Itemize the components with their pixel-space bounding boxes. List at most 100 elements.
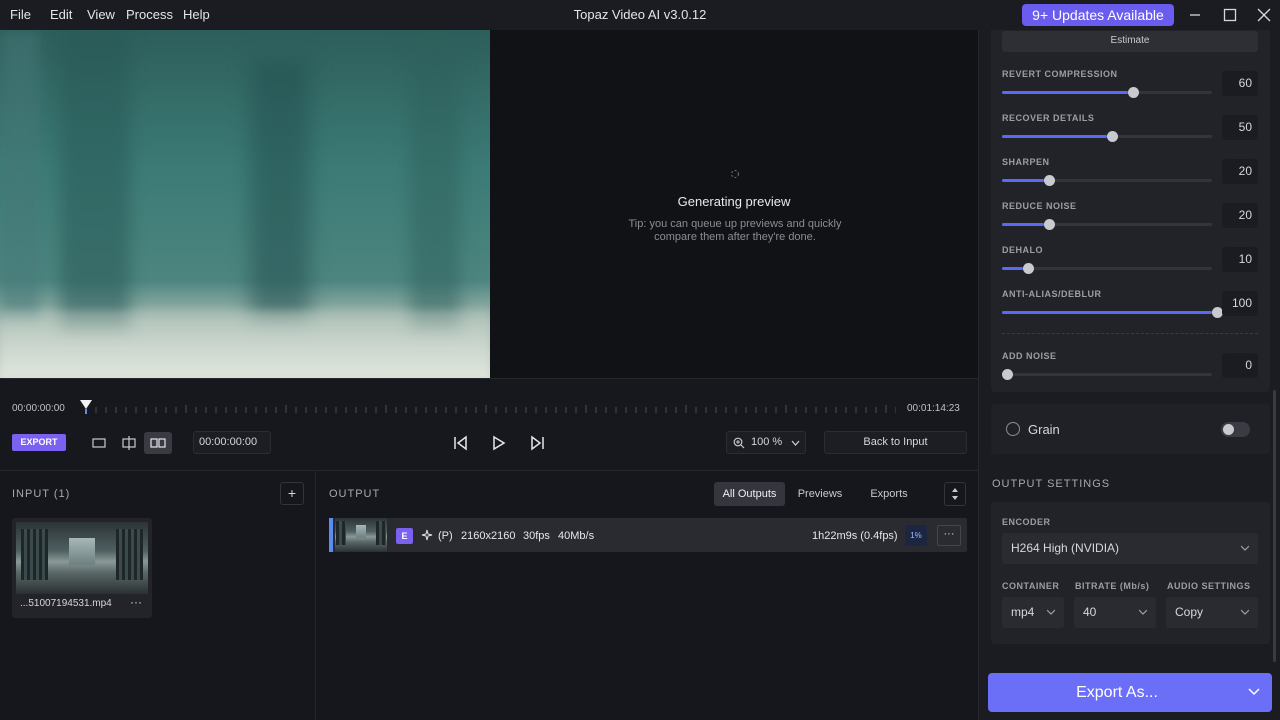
recover-details-slider-fill: [1002, 135, 1107, 138]
output-bitrate: 40Mb/s: [558, 530, 595, 542]
next-frame-button[interactable]: [528, 434, 548, 452]
loading-spinner-icon: [731, 170, 739, 178]
side-by-side-view-button[interactable]: [144, 432, 172, 454]
output-progress: 1%: [905, 525, 927, 546]
timeline-scrubber[interactable]: [86, 405, 896, 413]
maximize-icon[interactable]: [1218, 5, 1242, 25]
menu-view[interactable]: View: [87, 7, 115, 22]
audio-settings-value: Copy: [1175, 605, 1204, 619]
tab-previews[interactable]: Previews: [785, 482, 855, 506]
minimize-icon[interactable]: [1183, 5, 1207, 25]
encoder-label: ENCODER: [1002, 517, 1051, 527]
play-button[interactable]: [489, 434, 509, 452]
export-as-button[interactable]: Export As...: [988, 673, 1272, 712]
sharpen-slider[interactable]: [1002, 175, 1212, 186]
dehalo-slider-knob[interactable]: [1023, 263, 1034, 274]
bitrate-value: 40: [1083, 605, 1097, 619]
bitrate-select[interactable]: 40: [1074, 597, 1156, 628]
tab-all-outputs[interactable]: All Outputs: [714, 482, 785, 506]
preview-tip-line2: compare them after they're done.: [654, 231, 816, 243]
anti-alias-deblur-value-input[interactable]: 100: [1222, 291, 1258, 316]
chevron-down-icon[interactable]: [1248, 687, 1260, 697]
reduce-noise-value-input[interactable]: 20: [1222, 203, 1258, 228]
add-input-button[interactable]: +: [280, 482, 304, 505]
preview-tip: Tip: you can queue up previews and quick…: [615, 218, 855, 244]
anti-alias-deblur-label: ANTI-ALIAS/DEBLUR: [1002, 289, 1102, 299]
container-select[interactable]: mp4: [1002, 597, 1064, 628]
next-frame-icon: [531, 435, 544, 451]
sharpen-slider-knob[interactable]: [1044, 175, 1055, 186]
output-settings-title: OUTPUT SETTINGS: [992, 478, 1111, 490]
add-noise-value-input[interactable]: 0: [1222, 353, 1258, 378]
playhead-icon[interactable]: [79, 398, 93, 416]
anti-alias-deblur-slider[interactable]: [1002, 307, 1223, 318]
dehalo-value-input[interactable]: 10: [1222, 247, 1258, 272]
tab-exports[interactable]: Exports: [855, 482, 923, 506]
revert-compression-slider-knob[interactable]: [1128, 87, 1139, 98]
bitrate-label: BITRATE (Mb/s): [1075, 581, 1150, 591]
single-view-button[interactable]: [85, 432, 113, 454]
dehalo-label: DEHALO: [1002, 245, 1043, 255]
anti-alias-deblur-slider-fill: [1002, 311, 1212, 314]
sort-button[interactable]: [944, 482, 966, 506]
output-panel: [317, 470, 978, 720]
menu-help[interactable]: Help: [183, 7, 210, 22]
dehalo-slider-fill: [1002, 267, 1023, 270]
chevron-down-icon: [1241, 545, 1249, 551]
updates-available-button[interactable]: 9+ Updates Available: [1022, 4, 1174, 26]
revert-compression-label: REVERT COMPRESSION: [1002, 69, 1118, 79]
recover-details-slider[interactable]: [1002, 131, 1212, 142]
title-bar: File Edit View Process Help Topaz Video …: [0, 0, 1280, 30]
sharpen-value-input[interactable]: 20: [1222, 159, 1258, 184]
output-panel-title: OUTPUT: [329, 488, 381, 500]
input-file-name: ...51007194531.mp4: [20, 598, 112, 609]
output-more-button[interactable]: ···: [937, 525, 961, 546]
output-thumbnail: [335, 518, 387, 552]
container-label: CONTAINER: [1002, 581, 1060, 591]
output-preset: (P): [438, 530, 453, 542]
revert-compression-slider[interactable]: [1002, 87, 1212, 98]
recover-details-label: RECOVER DETAILS: [1002, 113, 1095, 123]
menu-edit[interactable]: Edit: [50, 7, 72, 22]
add-noise-slider-knob[interactable]: [1002, 369, 1013, 380]
export-as-label: Export As...: [1076, 684, 1158, 701]
menu-process[interactable]: Process: [126, 7, 173, 22]
menu-file[interactable]: File: [10, 7, 31, 22]
sidebar-scrollbar[interactable]: [1273, 390, 1276, 662]
encoder-select[interactable]: H264 High (NVIDIA): [1002, 533, 1258, 564]
dehalo-slider[interactable]: [1002, 263, 1212, 274]
audio-settings-select[interactable]: Copy: [1166, 597, 1258, 628]
single-view-icon: [92, 438, 106, 448]
zoom-select[interactable]: 100 %: [726, 431, 806, 454]
chevron-down-icon: [791, 440, 800, 446]
estimate-button[interactable]: Estimate: [1002, 31, 1258, 52]
previous-frame-button[interactable]: [450, 434, 470, 452]
reduce-noise-slider[interactable]: [1002, 219, 1212, 230]
zoom-icon: [733, 437, 745, 449]
close-icon[interactable]: [1252, 5, 1276, 25]
grain-radio[interactable]: [1006, 422, 1020, 436]
audio-settings-label: AUDIO SETTINGS: [1167, 581, 1251, 591]
grain-toggle[interactable]: [1221, 422, 1250, 437]
sharpen-label: SHARPEN: [1002, 157, 1050, 167]
reduce-noise-slider-knob[interactable]: [1044, 219, 1055, 230]
split-view-button[interactable]: [115, 432, 143, 454]
input-thumbnail: [16, 522, 148, 594]
current-time-input[interactable]: 00:00:00:00: [193, 431, 271, 454]
preview-tip-line1: Tip: you can queue up previews and quick…: [628, 218, 842, 230]
input-panel-title: INPUT (1): [12, 488, 71, 500]
output-resolution: 2160x2160: [461, 530, 516, 542]
add-noise-slider[interactable]: [1002, 369, 1212, 380]
timeline-start-time: 00:00:00:00: [12, 403, 65, 414]
input-more-button[interactable]: ···: [130, 595, 142, 609]
export-mode-badge[interactable]: EXPORT: [12, 434, 66, 451]
back-to-input-button[interactable]: Back to Input: [824, 431, 967, 454]
recover-details-value-input[interactable]: 50: [1222, 115, 1258, 140]
output-row-accent: [329, 518, 333, 552]
play-icon: [493, 435, 506, 451]
output-fps: 30fps: [523, 530, 550, 542]
revert-compression-value-input[interactable]: 60: [1222, 71, 1258, 96]
recover-details-slider-knob[interactable]: [1107, 131, 1118, 142]
sharpen-slider-fill: [1002, 179, 1044, 182]
add-noise-label: ADD NOISE: [1002, 351, 1057, 361]
